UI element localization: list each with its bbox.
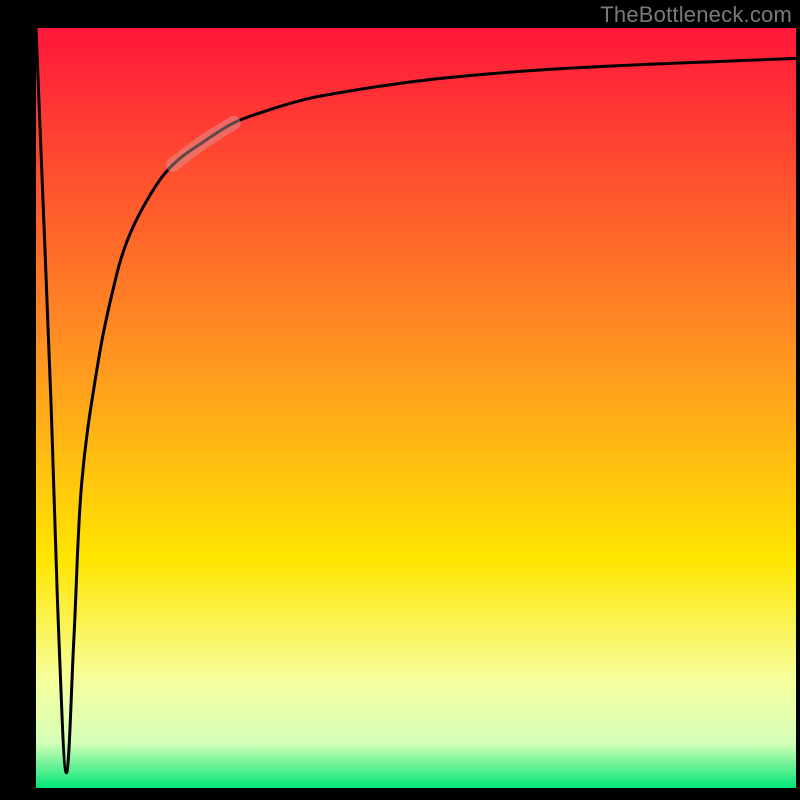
attribution-text: TheBottleneck.com xyxy=(600,2,792,28)
plot-background xyxy=(36,28,796,788)
bottleneck-chart xyxy=(0,0,800,800)
chart-frame: TheBottleneck.com xyxy=(0,0,800,800)
